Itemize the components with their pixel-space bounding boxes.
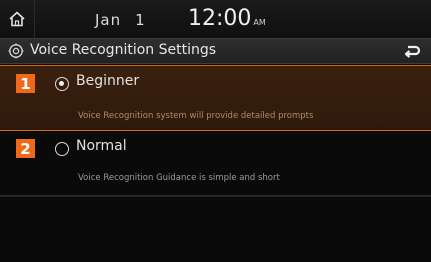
back-arrow-icon — [404, 45, 421, 58]
status-bar: Jan 1 12:00 AM — [0, 0, 431, 38]
date-day: 1 — [135, 11, 146, 29]
clock-time: 12:00 — [188, 6, 252, 31]
infotainment-screen: Jan 1 12:00 AM Voice Recognition Settings — [0, 0, 431, 262]
callout-badge-2: 2 — [16, 139, 35, 158]
date-month: Jan — [95, 11, 122, 29]
clock-display: 12:00 AM — [188, 6, 266, 31]
option-normal[interactable]: 2 Normal Voice Recognition Guidance is s… — [0, 132, 431, 196]
option-label-beginner: Beginner — [76, 73, 140, 89]
title-bar: Voice Recognition Settings — [0, 38, 431, 64]
radio-selected-dot — [59, 81, 64, 86]
option-beginner[interactable]: 1 Beginner Voice Recognition system will… — [0, 65, 431, 131]
radio-normal[interactable] — [55, 142, 69, 156]
gear-icon — [8, 43, 24, 59]
back-button[interactable] — [393, 39, 431, 63]
callout-badge-1: 1 — [16, 74, 35, 93]
list-divider — [0, 196, 431, 197]
option-label-normal: Normal — [76, 138, 127, 154]
clock-ampm: AM — [253, 18, 266, 27]
radio-beginner[interactable] — [55, 77, 69, 91]
option-desc-beginner: Voice Recognition system will provide de… — [78, 111, 314, 121]
date-display: Jan 1 — [95, 11, 146, 29]
page-title: Voice Recognition Settings — [30, 42, 217, 58]
option-desc-normal: Voice Recognition Guidance is simple and… — [78, 173, 280, 183]
home-icon — [9, 11, 25, 27]
home-button[interactable] — [0, 0, 35, 38]
